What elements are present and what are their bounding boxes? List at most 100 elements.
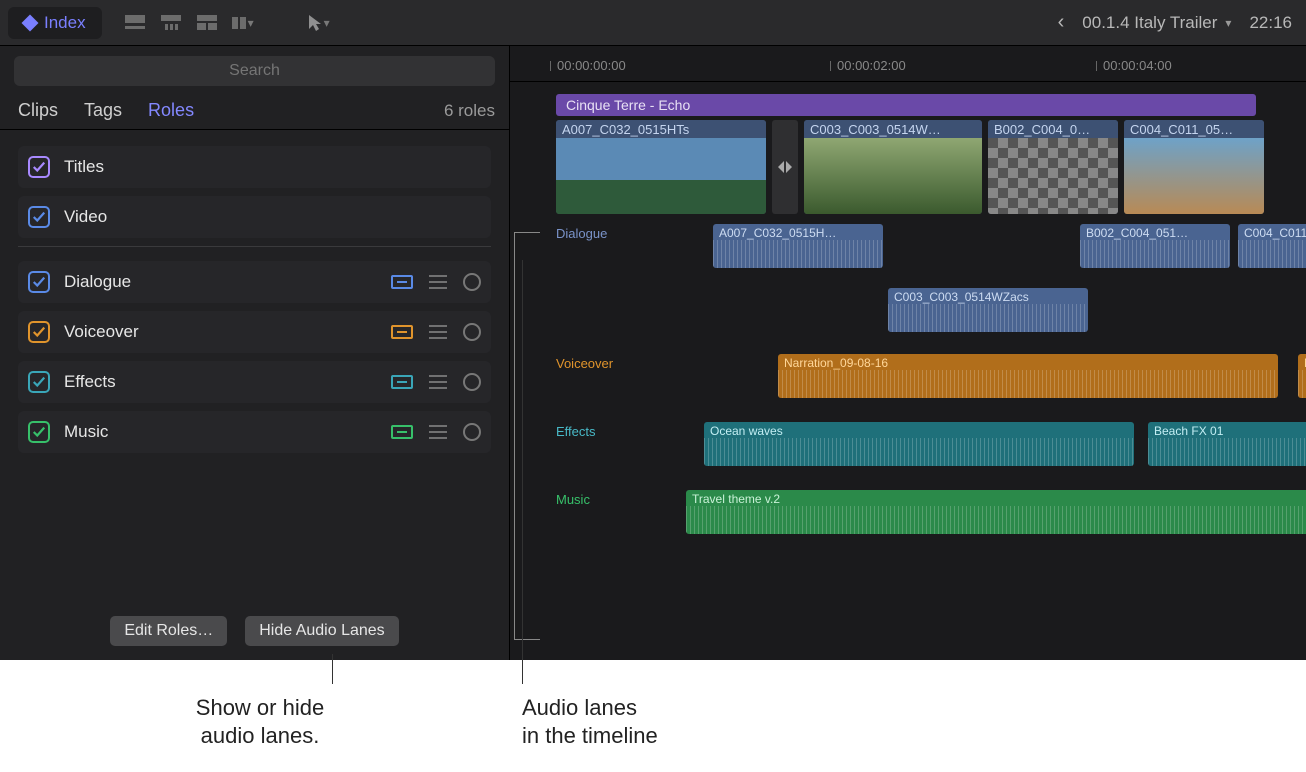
lane-tracks: A007_C032_0515H… B002_C004_051… C004_C011_… [638, 224, 1306, 344]
tab-roles[interactable]: Roles [148, 100, 194, 121]
role-row-voiceover[interactable]: Voiceover [18, 311, 491, 353]
index-footer: Edit Roles… Hide Audio Lanes [0, 604, 509, 660]
index-button[interactable]: Index [8, 7, 102, 39]
audio-clip[interactable]: Narration_09-08-16 [778, 354, 1278, 398]
audio-clip-title: Beach FX 01 [1148, 422, 1306, 438]
subroles-icon[interactable] [429, 275, 447, 289]
chevron-down-icon: ▾ [248, 16, 254, 30]
audio-clip[interactable]: Travel theme v.2 [686, 490, 1306, 534]
role-row-music[interactable]: Music [18, 411, 491, 453]
waveform [1080, 240, 1230, 268]
ruler-tick: 00:00:04:00 [1096, 58, 1172, 73]
solo-button[interactable] [463, 323, 481, 341]
storyline-title-clip[interactable]: Cinque Terre - Echo [556, 94, 1256, 116]
role-checkbox[interactable] [28, 156, 50, 178]
show-lane-icon[interactable] [391, 375, 413, 389]
audio-clip[interactable]: C004_C011_05… [1238, 224, 1306, 268]
thumbnail [1124, 138, 1264, 214]
hide-audio-lanes-button[interactable]: Hide Audio Lanes [245, 616, 398, 646]
video-clip[interactable]: B002_C004_0… [988, 120, 1118, 214]
role-row-titles[interactable]: Titles [18, 146, 491, 188]
lane-voiceover: Voiceover Narration_09-08-16 Narration_0 [552, 354, 1306, 412]
waveform [704, 438, 1134, 466]
role-checkbox[interactable] [28, 271, 50, 293]
role-checkbox[interactable] [28, 206, 50, 228]
ruler-tick: 00:00:00:00 [550, 58, 626, 73]
audio-clip-title: C004_C011_05… [1238, 224, 1306, 240]
waveform [888, 304, 1088, 332]
role-label: Voiceover [64, 322, 139, 342]
search-row [0, 46, 509, 92]
timeline-ruler[interactable]: 00:00:00:00 00:00:02:00 00:00:04:00 [510, 46, 1306, 82]
role-label: Dialogue [64, 272, 131, 292]
audio-clip[interactable]: Ocean waves [704, 422, 1134, 466]
chevron-down-icon: ▾ [324, 16, 330, 30]
toolbar: Index ▾ ▾ ‹ 00.1.4 Italy Trailer ▾ 22:16 [0, 0, 1306, 46]
lane-tracks: Travel theme v.2 [638, 490, 1306, 548]
appearance-icon-4[interactable]: ▾ [232, 13, 254, 33]
solo-button[interactable] [463, 273, 481, 291]
appearance-icon-2[interactable] [160, 13, 182, 33]
waveform [1238, 240, 1306, 268]
audio-clip-title: Narration_0 [1298, 354, 1306, 370]
show-lane-icon[interactable] [391, 275, 413, 289]
role-checkbox[interactable] [28, 421, 50, 443]
solo-button[interactable] [463, 423, 481, 441]
solo-button[interactable] [463, 373, 481, 391]
tab-clips[interactable]: Clips [18, 100, 58, 121]
search-input[interactable] [14, 56, 495, 86]
lane-label: Voiceover [552, 354, 638, 371]
audio-clip[interactable]: C003_C003_0514WZacs [888, 288, 1088, 332]
role-checkbox[interactable] [28, 371, 50, 393]
index-tabs: Clips Tags Roles 6 roles [0, 92, 509, 130]
lane-tracks: Ocean waves Beach FX 01 [638, 422, 1306, 480]
timeline[interactable]: 00:00:00:00 00:00:02:00 00:00:04:00 Cinq… [510, 46, 1306, 660]
thumbnail [988, 138, 1118, 214]
show-lane-icon[interactable] [391, 325, 413, 339]
audio-clip[interactable]: Narration_0 [1298, 354, 1306, 398]
video-clip[interactable]: A007_C032_0515HTs [556, 120, 766, 214]
lane-label: Effects [552, 422, 638, 439]
lane-label: Music [552, 490, 638, 507]
role-checkbox[interactable] [28, 321, 50, 343]
audio-clip-title: Ocean waves [704, 422, 1134, 438]
waveform [1298, 370, 1306, 398]
history-back-button[interactable]: ‹ [1058, 11, 1065, 34]
subroles-icon[interactable] [429, 375, 447, 389]
video-clip[interactable]: C003_C003_0514W… [804, 120, 982, 214]
audio-clip[interactable]: Beach FX 01 [1148, 422, 1306, 466]
audio-clip-title: A007_C032_0515H… [713, 224, 883, 240]
subroles-icon[interactable] [429, 425, 447, 439]
appearance-icon-3[interactable] [196, 13, 218, 33]
pointer-tool-icon[interactable]: ▾ [308, 13, 330, 33]
audio-clip[interactable]: A007_C032_0515H… [713, 224, 883, 268]
subroles-icon[interactable] [429, 325, 447, 339]
appearance-icon-1[interactable] [124, 13, 146, 33]
edit-roles-button[interactable]: Edit Roles… [110, 616, 227, 646]
transition-icon[interactable] [772, 120, 798, 214]
role-row-video[interactable]: Video [18, 196, 491, 238]
audio-clip[interactable]: B002_C004_051… [1080, 224, 1230, 268]
tab-tags[interactable]: Tags [84, 100, 122, 121]
audio-clip-title: B002_C004_051… [1080, 224, 1230, 240]
video-clip[interactable]: C004_C011_05… [1124, 120, 1264, 214]
audio-clip-title: Narration_09-08-16 [778, 354, 1278, 370]
index-diamond-icon [22, 14, 39, 31]
thumbnail [804, 138, 982, 214]
callout-line [332, 654, 333, 684]
project-name-label: 00.1.4 Italy Trailer [1082, 13, 1217, 33]
roles-list: Titles Video Dialogue [0, 130, 509, 604]
lane-effects: Effects Ocean waves Beach FX 01 [552, 422, 1306, 480]
role-row-dialogue[interactable]: Dialogue [18, 261, 491, 303]
index-panel: Clips Tags Roles 6 roles Titles Video [0, 46, 510, 660]
show-lane-icon[interactable] [391, 425, 413, 439]
waveform [686, 506, 1306, 534]
role-label: Titles [64, 157, 104, 177]
waveform [778, 370, 1278, 398]
lanes-bracket-icon [514, 232, 540, 640]
role-row-effects[interactable]: Effects [18, 361, 491, 403]
lane-tracks: Narration_09-08-16 Narration_0 [638, 354, 1306, 412]
project-name-dropdown[interactable]: 00.1.4 Italy Trailer ▾ [1082, 13, 1231, 33]
roles-count: 6 roles [444, 101, 495, 121]
project-duration: 22:16 [1249, 13, 1292, 33]
